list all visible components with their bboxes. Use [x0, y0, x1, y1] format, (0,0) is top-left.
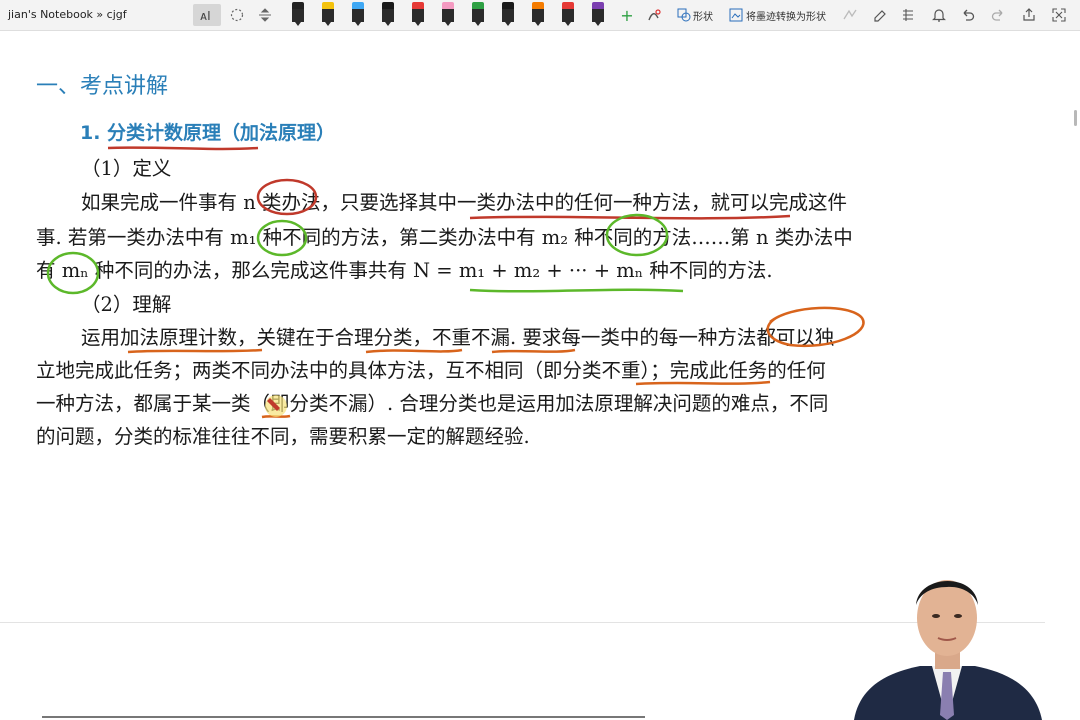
definition-line-2: 事. 若第一类办法中有 m₁ 种不同的方法，第二类办法中有 m₂ 种不同的方法…… — [36, 226, 853, 249]
definition-line-1: 如果完成一件事有 n 类办法，只要选择其中一类办法中的任何一种方法，就可以完成这… — [81, 191, 847, 214]
ink-to-shape-button[interactable]: 将墨迹转换为形状 — [746, 8, 826, 23]
pen-icon[interactable] — [592, 2, 604, 26]
pen-icon[interactable] — [352, 2, 364, 26]
share-icon[interactable] — [1019, 4, 1039, 26]
fullscreen-icon[interactable] — [1048, 4, 1070, 26]
pen-icon[interactable] — [472, 2, 484, 26]
ink-to-math-icon[interactable] — [840, 4, 860, 26]
definition-title: （1）定义 — [81, 157, 172, 180]
pen-icon[interactable] — [502, 2, 514, 26]
add-pen-icon[interactable]: + — [618, 4, 636, 26]
shapes-icon[interactable] — [676, 4, 692, 26]
undo-icon[interactable] — [958, 4, 978, 26]
add-space-icon[interactable] — [254, 4, 276, 26]
scrollbar[interactable] — [1074, 110, 1077, 126]
understanding-title: （2）理解 — [81, 293, 172, 316]
page-bottom-rule — [42, 716, 645, 718]
understanding-line-3: 一种方法，都属于某一类（即分类不漏）. 合理分类也是运用加法原理解决问题的难点，… — [36, 392, 829, 415]
ink-to-text-icon[interactable] — [644, 4, 664, 26]
presenter-webcam — [854, 580, 1042, 720]
svg-text:ᴀI: ᴀI — [200, 9, 211, 23]
understanding-line-2: 立地完成此任务；两类不同办法中的具体方法，互不相同（即分类不重）；完成此任务的任… — [36, 359, 826, 382]
pen-icon[interactable] — [322, 2, 334, 26]
section-heading: 一、考点讲解 — [36, 74, 169, 99]
notification-bell-icon[interactable] — [929, 4, 949, 26]
pen-icon[interactable] — [532, 2, 544, 26]
pen-icon[interactable] — [412, 2, 424, 26]
subsection-heading: 1. 分类计数原理（加法原理） — [80, 122, 336, 144]
ribbon-toolbar: jian's Notebook » cjgf ᴀI + 形状 将墨迹转换为形状 — [0, 0, 1080, 31]
redo-icon[interactable] — [988, 4, 1008, 26]
lasso-icon[interactable] — [226, 4, 248, 26]
pen-icon[interactable] — [382, 2, 394, 26]
pen-icon[interactable] — [562, 2, 574, 26]
pen-icon[interactable] — [292, 2, 304, 26]
lasso-select-icon[interactable]: ᴀI — [193, 4, 221, 26]
understanding-line-1: 运用加法原理计数，关键在于合理分类，不重不漏. 要求每一类中的每一种方法都可以独 — [81, 326, 835, 349]
understanding-line-4: 的问题，分类的标准往往不同，需要积累一定的解题经验. — [36, 425, 530, 448]
ink-replay-icon[interactable] — [898, 4, 918, 26]
breadcrumb[interactable]: jian's Notebook » cjgf — [8, 8, 127, 21]
pen-icon[interactable] — [442, 2, 454, 26]
shapes-button[interactable]: 形状 — [693, 8, 713, 23]
definition-line-3: 有 mₙ 种不同的办法，那么完成这件事共有 N = m₁ + m₂ + ··· … — [36, 259, 773, 282]
ink-to-shape-icon[interactable] — [728, 4, 744, 26]
eraser-icon[interactable] — [870, 4, 890, 26]
